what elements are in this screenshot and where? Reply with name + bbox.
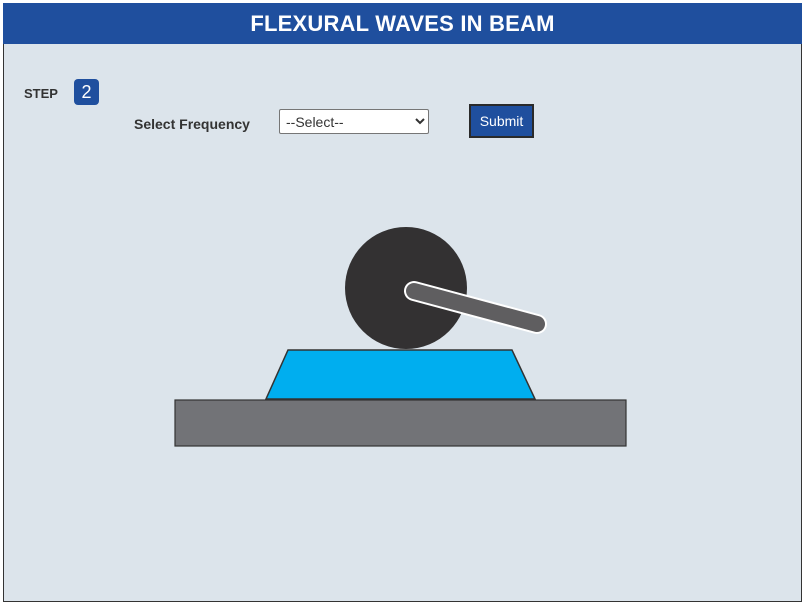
mount-block (264, 349, 537, 400)
apparatus-illustration (174, 227, 627, 447)
base-plate (174, 399, 627, 447)
